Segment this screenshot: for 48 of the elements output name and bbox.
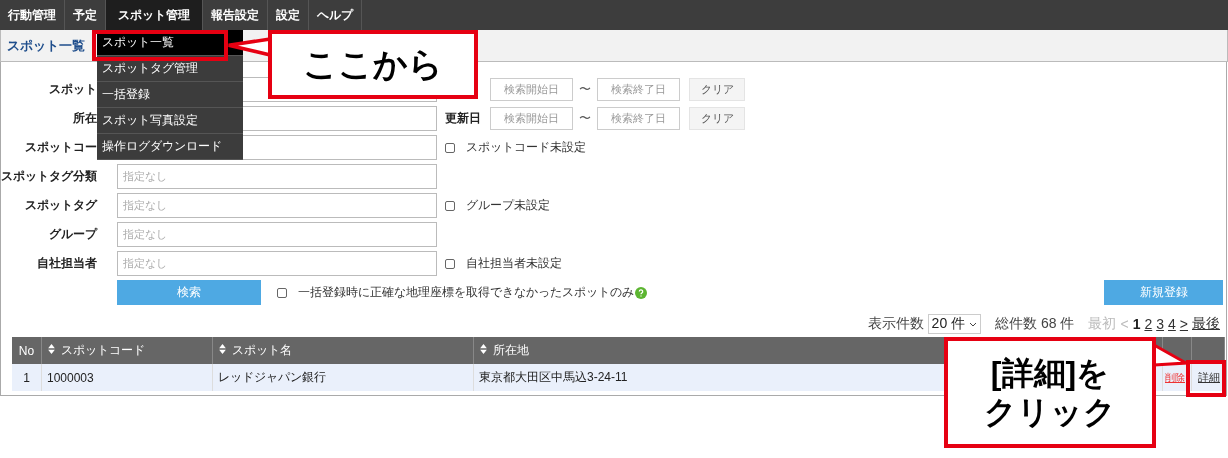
callout-box: [詳細]を クリック: [944, 337, 1156, 448]
sort-icon: [219, 344, 226, 354]
checkbox-label: グループ未設定: [466, 197, 550, 214]
checkbox-label: 自社担当者未設定: [466, 255, 562, 272]
column-header[interactable]: No: [12, 337, 42, 364]
page-link[interactable]: 3: [1156, 316, 1164, 332]
total-count: 総件数 68 件: [995, 315, 1075, 333]
highlight-frame: [1186, 360, 1226, 397]
field-label: 所在: [72, 110, 97, 127]
clear-button[interactable]: クリア: [689, 78, 745, 101]
table-cell: 1000003: [41, 364, 213, 391]
range-separator: 〜: [578, 81, 592, 98]
field-label: グループ: [48, 226, 97, 243]
field-label: 更新日: [445, 111, 481, 125]
field-label: 自社担当者: [36, 255, 97, 272]
checkbox-label: スポットコード未設定: [466, 139, 586, 156]
last-link[interactable]: 最後: [1192, 315, 1220, 333]
callout-box: ここから: [268, 30, 478, 99]
range-separator: 〜: [578, 110, 592, 127]
page-link[interactable]: 4: [1168, 316, 1176, 332]
checkbox-label: 一括登録時に正確な地理座標を取得できなかったスポットのみ: [298, 284, 634, 301]
page-title: スポット一覧: [7, 36, 85, 55]
menu-item[interactable]: 一括登録: [97, 82, 243, 108]
help-icon[interactable]: [635, 286, 647, 299]
checkbox[interactable]: [277, 287, 287, 298]
per-page-label: 表示件数: [867, 315, 924, 333]
checkbox[interactable]: [445, 258, 455, 269]
nav-tab[interactable]: スポット管理: [106, 0, 203, 30]
field-label: スポットタグ分類: [1, 168, 97, 185]
field-label: スポットコー: [24, 139, 97, 156]
page-link[interactable]: 1: [1132, 316, 1141, 332]
page-link[interactable]: 2: [1144, 316, 1153, 332]
checkbox[interactable]: [445, 142, 455, 153]
sort-icon: [48, 344, 55, 354]
sort-icon: [480, 344, 487, 354]
per-page-select[interactable]: 20 件: [927, 314, 982, 334]
menu-item[interactable]: 操作ログダウンロード: [97, 134, 243, 160]
next-link[interactable]: >: [1179, 316, 1188, 332]
menu-item[interactable]: スポット写真設定: [97, 108, 243, 134]
table-cell: レッドジャパン銀行: [212, 364, 474, 391]
table-cell: 1: [12, 364, 42, 391]
field-label: スポットタグ: [24, 197, 97, 214]
checkbox[interactable]: [445, 200, 455, 211]
column-header[interactable]: スポット名: [212, 337, 474, 364]
field-label: スポット: [48, 81, 97, 98]
column-header[interactable]: スポットコード: [41, 337, 213, 364]
clear-button[interactable]: クリア: [689, 107, 745, 130]
chevron-icon: [969, 321, 978, 327]
